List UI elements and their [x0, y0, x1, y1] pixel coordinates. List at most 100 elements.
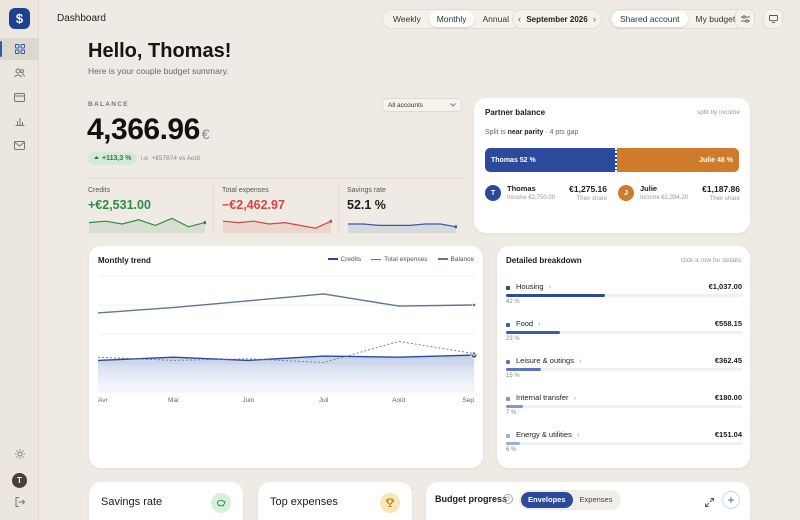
category-amount: €362.45 — [714, 356, 742, 365]
card-icon — [14, 92, 25, 102]
category-bar-track — [506, 368, 742, 371]
chart-title: Monthly trend — [98, 256, 151, 265]
breakdown-row[interactable]: Internal transfer › €180.00 7 % — [506, 393, 742, 425]
filters-button[interactable] — [735, 9, 755, 29]
kpi-value: 52.1 % — [347, 198, 386, 212]
card-title: Detailed breakdown — [506, 256, 582, 265]
split-mode: split by income — [697, 109, 740, 116]
piggy-bank-icon — [211, 493, 231, 513]
kpi-label: Credits — [88, 187, 111, 194]
partner-share-note: Their share — [709, 196, 740, 202]
nav-messages[interactable] — [0, 134, 39, 156]
category-percent: 23 % — [506, 336, 520, 342]
x-tick-label: Mai — [168, 397, 178, 404]
category-bar-fill — [506, 368, 542, 371]
partner-amount: €1,187.86 — [702, 184, 740, 194]
chevron-right-icon: › — [573, 393, 577, 402]
breakdown-card: Detailed breakdown click a row for detai… — [497, 246, 750, 468]
chevron-right-icon[interactable]: › — [593, 14, 596, 24]
view-tabs: Shared account My budget — [609, 9, 747, 29]
trophy-icon — [380, 493, 400, 513]
divider — [213, 184, 214, 232]
legend-item: Total expenses — [371, 256, 428, 263]
category-amount: €151.04 — [714, 430, 742, 439]
nav-cards[interactable] — [0, 86, 39, 108]
avatar: T — [485, 185, 501, 201]
month-navigator: ‹ September 2026 › — [512, 9, 602, 29]
user-avatar[interactable]: T — [12, 473, 27, 488]
partner-thomas: T Thomas Income €2,750.00 €1,275.16 Thei… — [485, 182, 607, 208]
greeting-subtitle: Here is your couple budget summary. — [88, 66, 229, 76]
category-percent: 15 % — [506, 373, 520, 379]
period-tabs: Weekly Monthly Annual — [382, 9, 520, 29]
legend-item: Credits — [327, 256, 361, 263]
category-percent: 6 % — [506, 447, 517, 453]
kpi-label: Savings rate — [347, 187, 386, 194]
balance-change-note: i.e. +€57874 vs Août — [141, 155, 201, 162]
logout-icon — [15, 497, 25, 507]
kpi-credits: Credits +€2,531.00 — [88, 187, 206, 237]
expenses-sparkline — [222, 219, 332, 233]
nav-reports[interactable] — [0, 110, 39, 132]
savings-rate-card[interactable]: Savings rate — [89, 482, 243, 520]
category-color-dot — [506, 323, 510, 327]
breakdown-row[interactable]: Housing › €1,037.00 42 % — [506, 282, 742, 314]
kpi-expenses: Total expenses −€2,462.97 — [222, 187, 340, 237]
card-title: Budget progress — [435, 494, 508, 504]
current-month: September 2026 — [526, 14, 588, 24]
tab-shared-account[interactable]: Shared account — [612, 11, 688, 27]
theme-toggle[interactable] — [0, 443, 39, 465]
partner-amount: €1,275.16 — [569, 184, 607, 194]
tab-expenses[interactable]: Expenses — [573, 492, 620, 508]
partner-name: Thomas — [507, 184, 536, 193]
add-icon[interactable]: + — [722, 491, 740, 509]
partner-income: Income €2,750.00 — [507, 195, 556, 201]
category-bar-fill — [506, 442, 521, 445]
kpi-label: Total expenses — [222, 187, 269, 194]
help-icon[interactable]: ? — [503, 494, 513, 504]
breakdown-row[interactable]: Leisure & outings › €362.45 15 % — [506, 356, 742, 388]
category-name: Energy & utilities › — [516, 430, 580, 439]
category-bar-track — [506, 331, 742, 334]
category-color-dot — [506, 286, 510, 290]
expand-icon[interactable] — [705, 494, 714, 512]
balance-currency: € — [201, 126, 210, 142]
partner-split-bar: Thomas 52 % Julie 48 % — [485, 148, 739, 172]
breakdown-row[interactable]: Energy & utilities › €151.04 6 % — [506, 430, 742, 462]
sun-icon — [14, 449, 25, 459]
category-color-dot — [506, 434, 510, 438]
app-logo[interactable]: $ — [9, 8, 30, 29]
balance-value: 4,366.96 € — [87, 113, 210, 146]
logout-button[interactable] — [0, 491, 39, 513]
partner-name: Julie — [640, 184, 658, 193]
monitor-icon — [768, 15, 778, 23]
top-expenses-card[interactable]: Top expenses — [258, 482, 412, 520]
kpi-value: +€2,531.00 — [88, 198, 151, 212]
credits-sparkline — [88, 217, 206, 233]
category-bar-track — [506, 405, 742, 408]
x-tick-label: Avr — [98, 397, 108, 404]
partner-balance-card: Partner balance split by income Split is… — [474, 98, 750, 233]
nav-users[interactable] — [0, 62, 39, 84]
display-button[interactable] — [763, 9, 783, 29]
category-bar-fill — [506, 331, 561, 334]
account-select[interactable]: All accounts — [382, 98, 462, 112]
card-title: Savings rate — [101, 496, 163, 508]
tab-monthly[interactable]: Monthly — [428, 11, 475, 27]
tab-annual[interactable]: Annual — [474, 11, 516, 27]
tab-weekly[interactable]: Weekly — [385, 11, 429, 27]
partner-income: Income €2,394.20 — [640, 195, 689, 201]
split-summary: Split is near parity · 4 pts gap — [485, 129, 579, 136]
category-amount: €558.15 — [714, 319, 742, 328]
nav-dashboard[interactable] — [0, 38, 39, 60]
chevron-left-icon[interactable]: ‹ — [518, 14, 521, 24]
breakdown-row[interactable]: Food › €558.15 23 % — [506, 319, 742, 351]
card-title: Top expenses — [270, 496, 338, 508]
mail-icon — [14, 140, 25, 150]
kpi-value: −€2,462.97 — [222, 198, 285, 212]
card-title: Partner balance — [485, 108, 546, 117]
sliders-icon — [740, 15, 750, 23]
category-name: Housing › — [516, 282, 552, 291]
tab-envelopes[interactable]: Envelopes — [521, 492, 573, 508]
dashboard-icon — [14, 44, 25, 54]
